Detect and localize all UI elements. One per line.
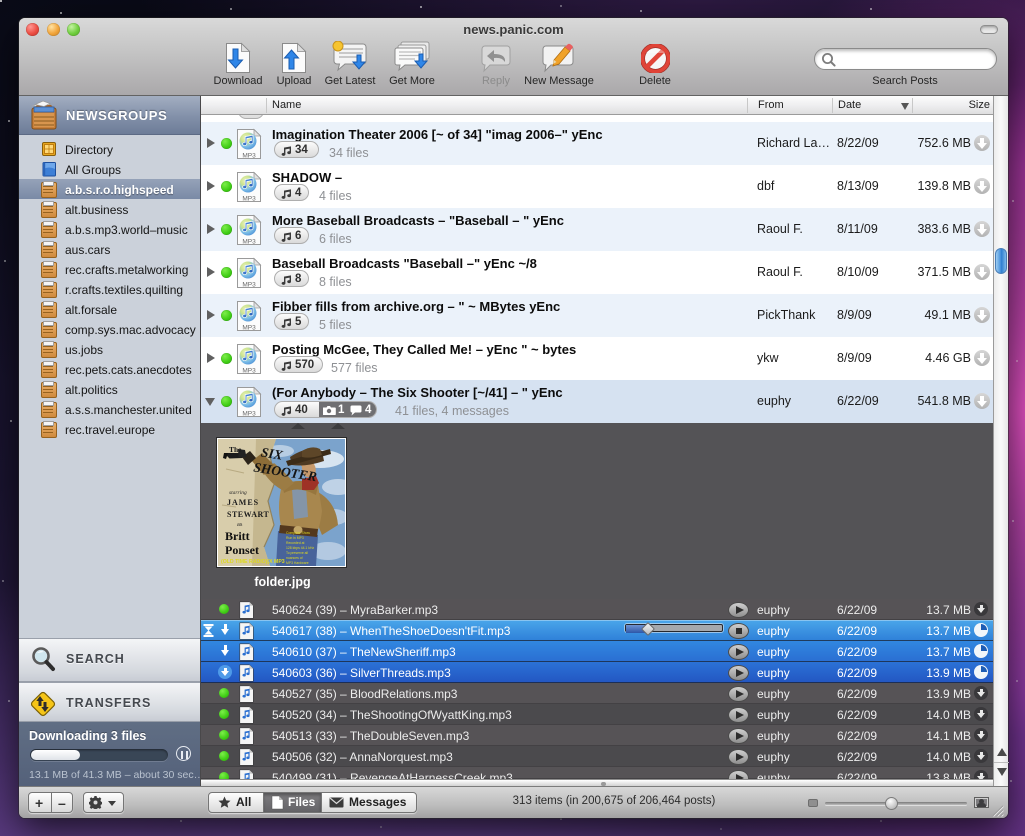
svg-text:Run in MP3: Run in MP3 [286, 536, 304, 540]
svg-text:MP3: MP3 [242, 282, 256, 289]
svg-text:MP3 Hardware: MP3 Hardware [286, 561, 309, 565]
svg-text:Recorded at: Recorded at [286, 541, 305, 545]
svg-text:MP3: MP3 [242, 239, 256, 246]
svg-text:128 kbps 44.1 kHz: 128 kbps 44.1 kHz [286, 546, 314, 550]
svg-text:Complete Show: Complete Show [286, 531, 310, 535]
svg-text:MP3: MP3 [242, 411, 256, 418]
svg-text:JAMES: JAMES [227, 498, 259, 507]
svg-text:To preserve all: To preserve all [286, 551, 308, 555]
svg-text:Ponset: Ponset [225, 543, 259, 557]
svg-text:as: as [237, 521, 243, 528]
svg-text:(OLD TIME RADIO)(X MP3: (OLD TIME RADIO)(X MP3 [221, 559, 285, 565]
svg-text:Britt: Britt [225, 529, 250, 543]
svg-text:MP3: MP3 [242, 196, 256, 203]
svg-text:starring: starring [229, 490, 247, 496]
svg-text:MP3: MP3 [242, 153, 256, 160]
svg-text:The: The [229, 445, 242, 454]
svg-text:nuances of: nuances of [286, 556, 303, 560]
svg-text:MP3: MP3 [242, 368, 256, 375]
svg-text:STEWART: STEWART [227, 510, 270, 519]
svg-text:MP3: MP3 [242, 325, 256, 332]
